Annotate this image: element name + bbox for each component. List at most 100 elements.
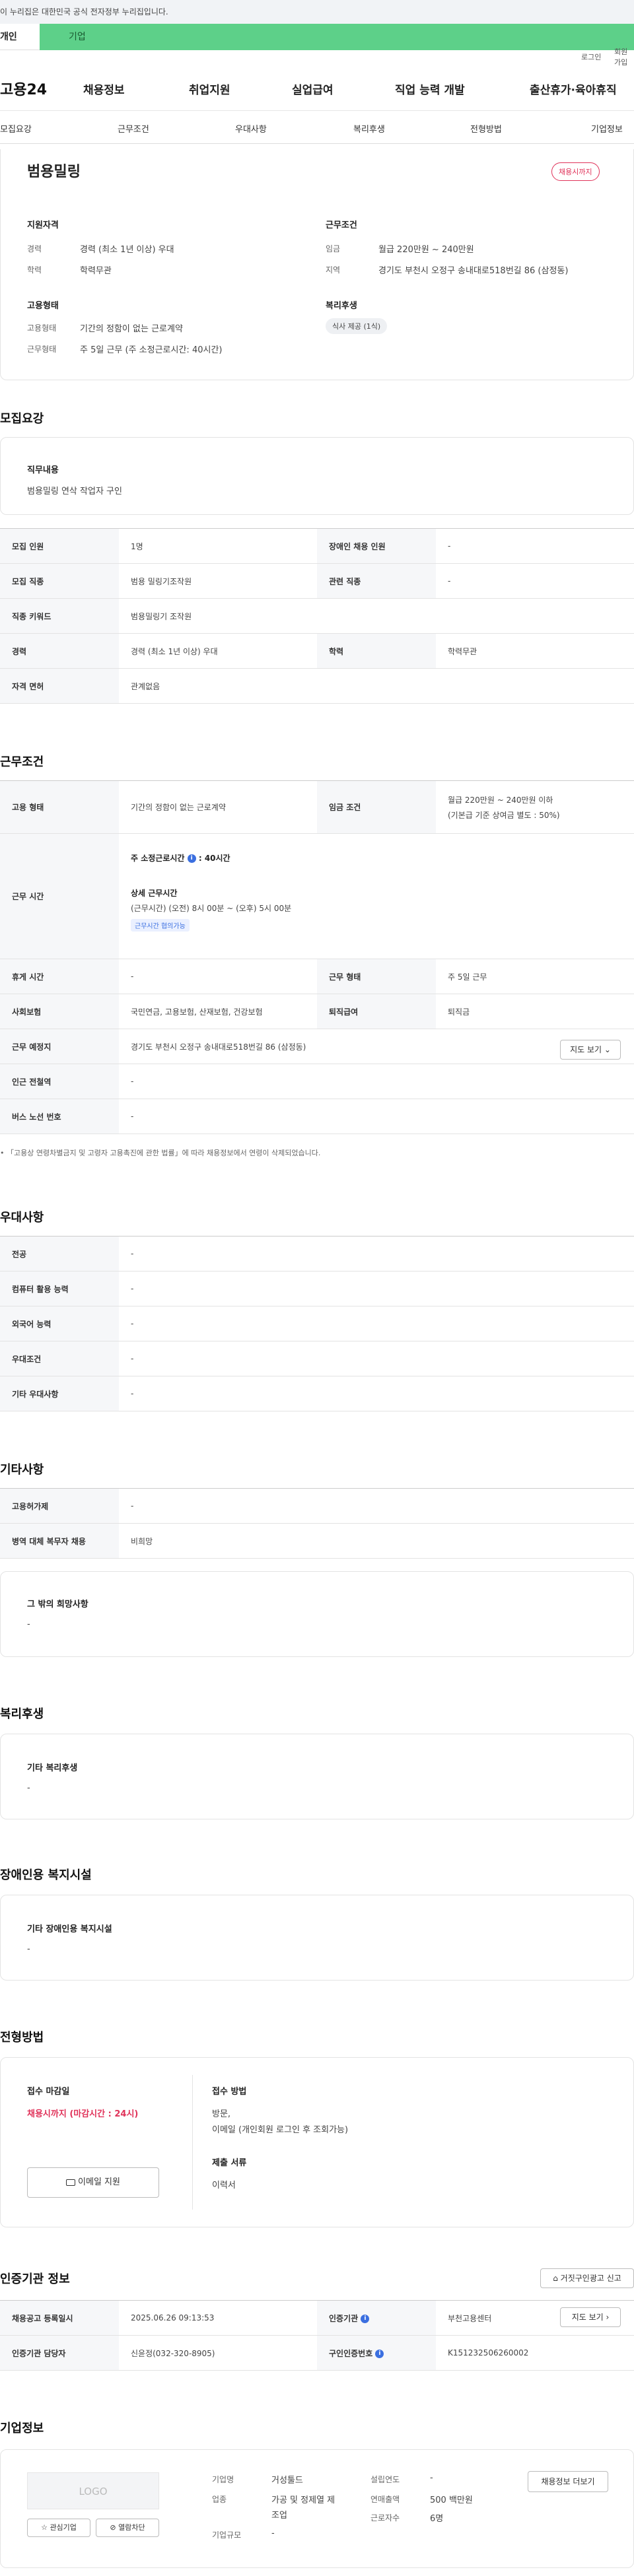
table-row: 경력 경력 (최소 1년 이상) 우대 학력 학력무관 bbox=[0, 633, 634, 669]
table-row: 고용허가제 - bbox=[0, 1488, 634, 1524]
work-table: 고용 형태 기간의 정함이 없는 근로계약 임금 조건 월급 220만원 ~ 2… bbox=[0, 780, 634, 1134]
method-value-1: 방문, bbox=[212, 2109, 231, 2119]
company-card: LOGO ☆ 관심기업 ⊘ 열람차단 기업명 거성툴드 업종 가공 및 정제열 … bbox=[0, 2449, 634, 2568]
info-icon[interactable]: i bbox=[375, 2349, 384, 2358]
chevron-right-icon: › bbox=[606, 2313, 610, 2322]
other-jobs-button[interactable]: 채용정보 더보기 bbox=[528, 2471, 608, 2492]
tab-company[interactable]: 기업 bbox=[40, 24, 634, 50]
email-apply-button[interactable]: 이메일 지원 bbox=[27, 2167, 159, 2198]
employment-title: 고용형태 bbox=[27, 301, 59, 311]
work-type-value: 주 5일 근무 (주 소정근로시간: 40시간) bbox=[80, 345, 223, 355]
nav-parental-leave[interactable]: 출산휴가·육아휴직 bbox=[530, 81, 617, 97]
table-header-cell: 근무 예정지 bbox=[0, 1029, 119, 1064]
home-icon: ⌂ bbox=[553, 2274, 558, 2283]
company-title: 범용밀링 bbox=[27, 164, 81, 180]
site-logo[interactable]: 고용24 bbox=[0, 78, 47, 99]
sales-label: 연매출액 bbox=[370, 2495, 400, 2504]
table-cell: 관계없음 bbox=[119, 668, 634, 704]
table-header-cell: 채용공고 등록일시 bbox=[0, 2300, 119, 2336]
deadline-value: 채용시까지 (마감시간 : 24시) bbox=[27, 2109, 139, 2119]
table-row: 병역 대체 복무자 채용 비희망 bbox=[0, 1523, 634, 1559]
table-header-cell: 버스 노선 번호 bbox=[0, 1099, 119, 1134]
star-icon: ☆ bbox=[41, 2523, 48, 2532]
table-row: 컴퓨터 활용 능력 - bbox=[0, 1271, 634, 1306]
table-header-cell: 고용 형태 bbox=[0, 780, 119, 834]
age-notice: • 「고용상 연령차별금지 및 고령자 고용촉진에 관한 법률」에 따라 채용정… bbox=[0, 1149, 321, 1157]
table-cell: 2025.06.26 09:13:53 bbox=[119, 2300, 317, 2336]
table-cell: - bbox=[119, 1341, 634, 1376]
table-cell: 신윤정(032-320-8905) bbox=[119, 2335, 317, 2371]
industry-value-1: 가공 및 정제열 제 bbox=[271, 2495, 335, 2505]
preference-table: 전공 - 컴퓨터 활용 능력 - 외국어 능력 - 우대조건 - 기타 우대사항 - bbox=[0, 1236, 634, 1411]
cert-table: 채용공고 등록일시 2025.06.26 09:13:53 인증기관 i 부천고… bbox=[0, 2300, 634, 2371]
mail-icon bbox=[66, 2179, 76, 2186]
table-header-cell: 인증기관 담당자 bbox=[0, 2335, 119, 2371]
report-fake-ad-button[interactable]: ⌂ 거짓구인광고 신고 bbox=[540, 2268, 634, 2288]
info-icon[interactable]: i bbox=[361, 2314, 370, 2323]
nav-employment-support[interactable]: 취업지원 bbox=[189, 81, 230, 97]
summary-card: 범용밀링 채용시까지 지원자격 경력 경력 (최소 1년 이상) 우대 학력 학… bbox=[0, 149, 634, 380]
selection-heading: 전형방법 bbox=[0, 2031, 44, 2045]
table-cell: 범용밀링기 조작원 bbox=[119, 598, 634, 634]
subnav-work[interactable]: 근무조건 bbox=[118, 122, 149, 135]
map-view-button[interactable]: 지도 보기 ⌄ bbox=[560, 1040, 621, 1060]
career-label: 경력 bbox=[27, 244, 42, 254]
table-cell: 국민연금, 고용보험, 산재보험, 건강보험 bbox=[119, 994, 317, 1029]
info-icon[interactable]: i bbox=[187, 854, 196, 863]
deadline-badge: 채용시까지 bbox=[551, 162, 600, 181]
table-cell: 범용 밀링기조작원 bbox=[119, 563, 317, 599]
work-heading: 근무조건 bbox=[0, 755, 44, 769]
nav-unemployment-benefit[interactable]: 실업급여 bbox=[292, 81, 334, 97]
subnav-welfare[interactable]: 복리후생 bbox=[353, 122, 385, 135]
table-header-cell: 모집 직종 bbox=[0, 563, 119, 599]
work-type-label: 근무형태 bbox=[27, 345, 57, 354]
job-desc-label: 직무내용 bbox=[27, 465, 59, 475]
table-header-cell: 컴퓨터 활용 능력 bbox=[0, 1271, 119, 1306]
welfare-card: 기타 복리후생 - bbox=[0, 1734, 634, 1819]
page: 이 누리집은 대한민국 공식 전자정부 누리집입니다. 개인 기업 로그인 회원… bbox=[0, 0, 634, 2576]
company-size-label: 기업규모 bbox=[212, 2530, 242, 2540]
table-header-cell: 자격 면허 bbox=[0, 668, 119, 704]
block-view-button[interactable]: ⊘ 열람차단 bbox=[96, 2519, 159, 2537]
tab-personal[interactable]: 개인 bbox=[0, 24, 40, 50]
table-cell: - bbox=[119, 1306, 634, 1341]
welfare-tag: 식사 제공 (1식) bbox=[326, 318, 388, 334]
location-value: 경기도 부천시 오정구 송내대로518번길 86 (삼정동) bbox=[131, 1042, 306, 1052]
table-row: 근무 시간 주 소정근로시간 i : 40시간 상세 근무시간 (근무시간) (… bbox=[0, 833, 634, 959]
login-link[interactable]: 로그인 bbox=[581, 51, 601, 62]
section-nav: 모집요강 근무조건 우대사항 복리후생 전형방법 기업정보 bbox=[0, 111, 634, 144]
subnav-company[interactable]: 기업정보 bbox=[591, 122, 623, 135]
sales-value: 500 백만원 bbox=[430, 2495, 473, 2505]
table-cell: - bbox=[119, 1064, 634, 1099]
table-cell: - bbox=[436, 528, 634, 564]
disability-label: 기타 장애인용 복지시설 bbox=[27, 1924, 112, 1934]
emp-type-label: 고용형태 bbox=[27, 323, 57, 333]
table-cell: - bbox=[119, 1376, 634, 1411]
nav-jobs[interactable]: 채용정보 bbox=[83, 81, 125, 97]
region-value: 경기도 부천시 오정구 송내대로518번길 86 (삼정동) bbox=[378, 266, 569, 276]
subnav-selection[interactable]: 전형방법 bbox=[470, 122, 502, 135]
table-cell: - bbox=[119, 959, 317, 994]
subnav-preference[interactable]: 우대사항 bbox=[235, 122, 267, 135]
table-row: 전공 - bbox=[0, 1236, 634, 1271]
table-header-cell: 학력 bbox=[317, 633, 436, 669]
cert-heading: 인증기관 정보 bbox=[0, 2272, 70, 2286]
preference-heading: 우대사항 bbox=[0, 1211, 44, 1225]
table-header-cell: 모집 인원 bbox=[0, 528, 119, 564]
disability-value: - bbox=[27, 1944, 30, 1954]
deadline-label: 접수 마감일 bbox=[27, 2087, 70, 2097]
table-cell: - bbox=[119, 1488, 634, 1524]
table-header-cell: 전공 bbox=[0, 1236, 119, 1271]
table-cell: 1명 bbox=[119, 528, 317, 564]
agency-map-button[interactable]: 지도 보기 › bbox=[560, 2307, 621, 2327]
nav-job-training[interactable]: 직업 능력 개발 bbox=[395, 81, 465, 97]
user-type-tabs: 개인 기업 bbox=[0, 24, 634, 50]
recruit-table: 모집 인원 1명 장애인 채용 인원 - 모집 직종 범용 밀링기조작원 관련 … bbox=[0, 528, 634, 704]
subnav-recruit[interactable]: 모집요강 bbox=[0, 122, 32, 135]
table-header-cell: 관련 직종 bbox=[317, 563, 436, 599]
favorite-company-button[interactable]: ☆ 관심기업 bbox=[27, 2519, 90, 2537]
table-header-cell: 인근 전철역 bbox=[0, 1064, 119, 1099]
table-header-cell: 직종 키워드 bbox=[0, 598, 119, 634]
welfare-label: 기타 복리후생 bbox=[27, 1763, 78, 1773]
main-nav: 고용24 채용정보 취업지원 실업급여 직업 능력 개발 출산휴가·육아휴직 bbox=[0, 63, 634, 111]
